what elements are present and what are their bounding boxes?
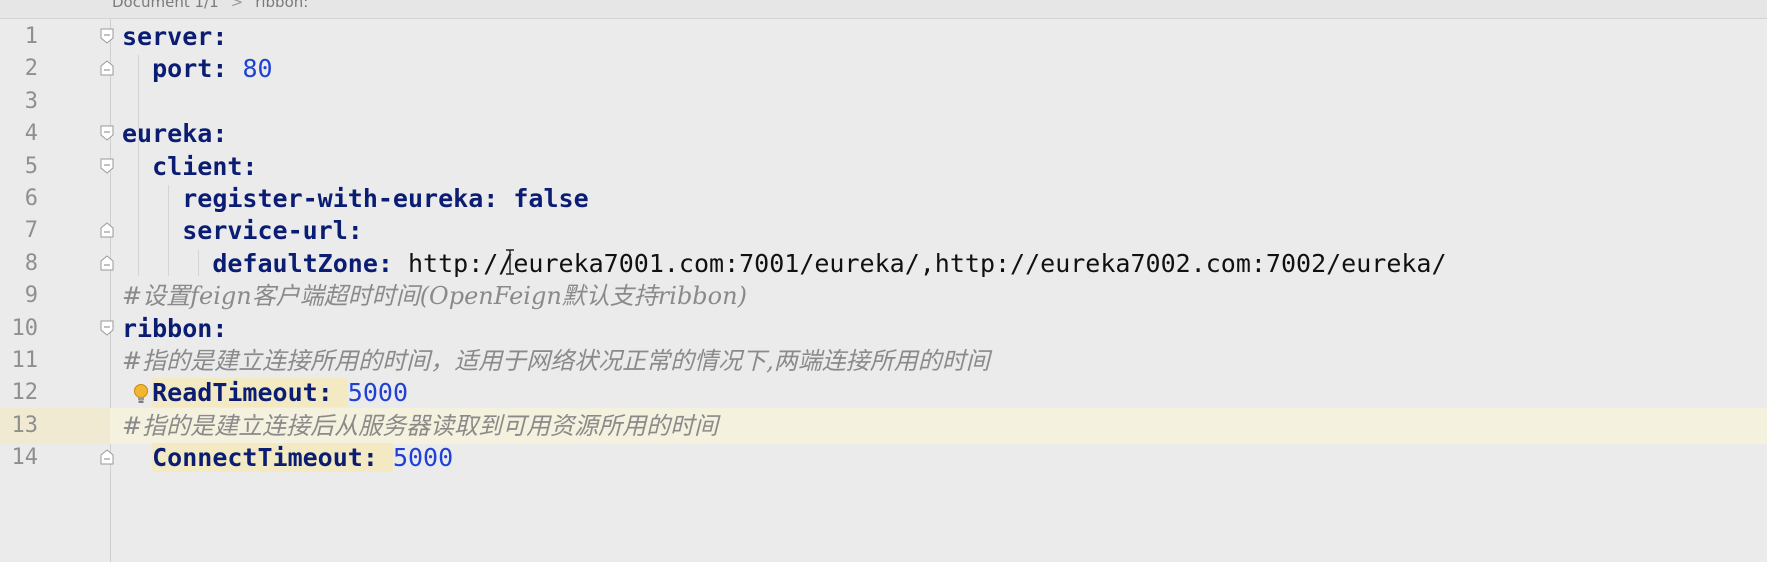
- line-number: 5: [24, 153, 38, 179]
- indent-guide: [138, 55, 139, 277]
- code-line[interactable]: 1 server:: [0, 19, 1767, 55]
- code-text[interactable]: #指的是建立连接后从服务器读取到可用资源所用的时间: [122, 408, 718, 444]
- fold-end-icon[interactable]: [100, 222, 114, 238]
- yaml-key: service-url: [182, 216, 348, 246]
- yaml-string-value: http://eureka7001.com:7001/eureka/,http:…: [408, 248, 1447, 278]
- indent-guide: [198, 249, 199, 277]
- code-line[interactable]: 14 ConnectTimeout: 5000: [0, 440, 1767, 476]
- yaml-key-group: ReadTimeout:: [152, 378, 348, 408]
- yaml-colon: :: [483, 184, 514, 213]
- line-number: 10: [11, 315, 39, 341]
- code-line[interactable]: 5 client:: [0, 149, 1767, 185]
- indent-guide: [168, 185, 169, 277]
- code-text[interactable]: register-with-eureka: false: [122, 181, 589, 217]
- yaml-colon: :: [317, 378, 348, 408]
- code-line[interactable]: 13 #指的是建立连接后从服务器读取到可用资源所用的时间: [0, 407, 1767, 444]
- code-text[interactable]: ReadTimeout: 5000: [122, 375, 408, 411]
- code-editor[interactable]: 1 server: 2 port: 80 3 4 eureka: 5 client: 6 re…: [0, 19, 1767, 562]
- fold-end-icon[interactable]: [100, 449, 114, 465]
- yaml-key: defaultZone: [212, 248, 378, 278]
- code-line[interactable]: 7 service-url:: [0, 213, 1767, 249]
- yaml-key: port: [152, 54, 213, 84]
- breadcrumb-document[interactable]: Document 1/1: [112, 0, 219, 11]
- code-text[interactable]: client:: [122, 149, 257, 185]
- yaml-key: ribbon: [122, 313, 213, 343]
- fold-open-icon[interactable]: [100, 158, 114, 174]
- yaml-key-group: register-with-eureka:: [182, 184, 513, 213]
- code-text[interactable]: defaultZone: http://eureka7001.com:7001/…: [122, 246, 1447, 282]
- code-line[interactable]: 11 #指的是建立连接所用的时间，适用于网络状况正常的情况下,两端连接所用的时间: [0, 343, 1767, 379]
- code-text[interactable]: #设置feign客户端超时时间(OpenFeign默认支持ribbon): [122, 278, 747, 314]
- yaml-comment: #指的是建立连接后从服务器读取到可用资源所用的时间: [122, 411, 719, 440]
- yaml-number-value: 5000: [347, 378, 409, 408]
- yaml-colon: :: [377, 248, 408, 278]
- yaml-colon: :: [212, 119, 228, 149]
- breadcrumb-separator: >: [230, 0, 244, 11]
- code-line[interactable]: 9 #设置feign客户端超时时间(OpenFeign默认支持ribbon): [0, 278, 1767, 314]
- yaml-colon: :: [212, 313, 228, 343]
- code-line[interactable]: 8 defaultZone: http://eureka7001.com:700…: [0, 246, 1767, 282]
- yaml-key: eureka: [122, 119, 213, 149]
- yaml-colon: :: [362, 443, 393, 473]
- line-number: 13: [11, 412, 39, 438]
- yaml-colon: :: [212, 54, 243, 84]
- yaml-boolean-value: false: [513, 184, 589, 213]
- yaml-number-value: 5000: [392, 443, 454, 473]
- fold-open-icon[interactable]: [100, 125, 114, 141]
- yaml-colon: :: [242, 151, 258, 181]
- yaml-key: register-with-eureka: [182, 184, 484, 213]
- yaml-key-group: client:: [152, 152, 257, 181]
- code-text[interactable]: server:: [122, 19, 227, 55]
- yaml-comment: #设置feign客户端超时时间(OpenFeign默认支持ribbon): [122, 282, 747, 311]
- fold-open-icon[interactable]: [100, 28, 114, 44]
- line-number: 6: [24, 186, 38, 211]
- line-number: 11: [11, 348, 39, 373]
- yaml-comment: #指的是建立连接所用的时间，适用于网络状况正常的情况下,两端连接所用的时间: [122, 347, 990, 375]
- yaml-key-group: server:: [122, 22, 227, 51]
- line-number: 3: [24, 88, 38, 114]
- code-text[interactable]: #指的是建立连接所用的时间，适用于网络状况正常的情况下,两端连接所用的时间: [122, 343, 990, 379]
- code-line[interactable]: 4 eureka:: [0, 116, 1767, 152]
- yaml-colon: :: [212, 22, 228, 51]
- fold-end-icon[interactable]: [100, 255, 114, 271]
- line-number: 7: [24, 218, 38, 244]
- yaml-key-group: ConnectTimeout:: [152, 443, 393, 473]
- breadcrumb: Document 1/1 > ribbon:: [0, 0, 1767, 19]
- line-number: 8: [24, 250, 38, 276]
- i-beam-cursor-icon: [506, 249, 514, 275]
- yaml-key: ReadTimeout: [152, 378, 318, 408]
- yaml-key-group: ribbon:: [122, 314, 227, 343]
- code-text[interactable]: service-url:: [122, 213, 363, 249]
- code-line[interactable]: 10 ribbon:: [0, 311, 1767, 347]
- code-text[interactable]: port: 80: [122, 51, 273, 87]
- yaml-key-group: port:: [152, 54, 242, 83]
- code-line[interactable]: 2 port: 80: [0, 51, 1767, 87]
- line-number: 2: [24, 56, 38, 82]
- line-number: 4: [24, 121, 38, 147]
- code-line[interactable]: 6 register-with-eureka: false: [0, 181, 1767, 217]
- yaml-key-group: service-url:: [182, 216, 363, 245]
- code-text[interactable]: ConnectTimeout: 5000: [122, 440, 453, 476]
- line-number: 14: [11, 445, 39, 471]
- fold-end-icon[interactable]: [100, 60, 114, 76]
- yaml-colon: :: [347, 216, 363, 246]
- yaml-number-value: 80: [242, 54, 273, 84]
- yaml-key-group: defaultZone:: [212, 249, 408, 278]
- fold-open-icon[interactable]: [100, 320, 114, 336]
- breadcrumb-node[interactable]: ribbon:: [255, 0, 308, 11]
- yaml-key: ConnectTimeout: [152, 443, 363, 473]
- line-number: 9: [24, 283, 38, 309]
- code-text[interactable]: ribbon:: [122, 311, 227, 347]
- code-line[interactable]: 3: [0, 84, 1767, 120]
- yaml-key: server: [122, 22, 213, 51]
- line-number: 1: [24, 24, 38, 49]
- line-number: 12: [11, 380, 39, 406]
- code-line[interactable]: 12 ReadTimeout: 5000: [0, 375, 1767, 411]
- yaml-key: client: [152, 151, 243, 181]
